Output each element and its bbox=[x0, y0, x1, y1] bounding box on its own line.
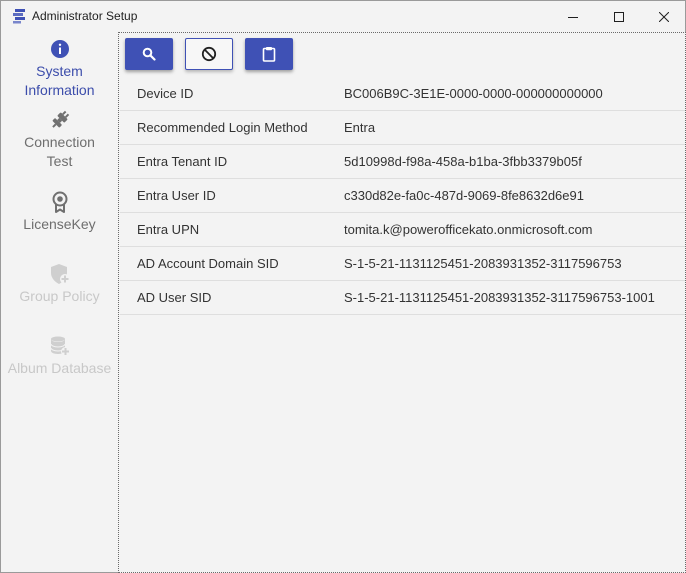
system-information-panel: Device ID BC006B9C-3E1E-0000-0000-000000… bbox=[118, 32, 686, 573]
row-value: BC006B9C-3E1E-0000-0000-000000000000 bbox=[344, 86, 603, 101]
table-row: Entra User ID c330d82e-fa0c-487d-9069-8f… bbox=[120, 179, 685, 213]
table-row: Entra Tenant ID 5d10998d-f98a-458a-b1ba-… bbox=[120, 145, 685, 179]
row-value: S-1-5-21-1131125451-2083931352-311759675… bbox=[344, 256, 622, 271]
sidebar-nav: System Information Connection Test Licen… bbox=[1, 32, 119, 572]
database-add-icon bbox=[49, 335, 71, 357]
block-button[interactable] bbox=[185, 38, 233, 70]
row-value: Entra bbox=[344, 120, 376, 135]
sidebar-item-label: LicenseKey bbox=[23, 216, 96, 232]
sidebar-item-label: Album Database bbox=[7, 360, 112, 376]
copy-to-clipboard-button[interactable] bbox=[245, 38, 293, 70]
maximize-button[interactable] bbox=[596, 1, 642, 32]
sidebar-item-label-line2: Test bbox=[46, 153, 73, 169]
clipboard-icon bbox=[262, 47, 276, 62]
close-button[interactable] bbox=[641, 1, 686, 32]
maximize-icon bbox=[614, 11, 624, 22]
sidebar-item-system-information[interactable]: System Information bbox=[1, 38, 118, 100]
search-icon bbox=[142, 47, 156, 61]
block-icon bbox=[201, 46, 217, 62]
app-logo-icon bbox=[11, 8, 27, 24]
sidebar-item-connection-test[interactable]: Connection Test bbox=[1, 109, 118, 171]
row-value: tomita.k@powerofficekato.onmicrosoft.com bbox=[344, 222, 593, 237]
sidebar-item-licensekey[interactable]: LicenseKey bbox=[1, 191, 118, 234]
title-bar[interactable]: Administrator Setup bbox=[1, 1, 685, 32]
shield-add-icon bbox=[49, 263, 71, 285]
table-row: Device ID BC006B9C-3E1E-0000-0000-000000… bbox=[120, 77, 685, 111]
plug-icon bbox=[49, 109, 71, 131]
app-window: Administrator Setup System Information C… bbox=[0, 0, 686, 573]
row-label: Recommended Login Method bbox=[137, 120, 308, 135]
row-value: c330d82e-fa0c-487d-9069-8fe8632d6e91 bbox=[344, 188, 584, 203]
close-icon bbox=[659, 11, 669, 22]
search-button[interactable] bbox=[125, 38, 173, 70]
row-value: 5d10998d-f98a-458a-b1ba-3fbb3379b05f bbox=[344, 154, 582, 169]
minimize-button[interactable] bbox=[550, 1, 596, 32]
badge-icon bbox=[49, 191, 71, 213]
row-label: Device ID bbox=[137, 86, 194, 101]
minimize-icon bbox=[568, 16, 578, 18]
table-row: AD User SID S-1-5-21-1131125451-20839313… bbox=[120, 281, 685, 315]
sidebar-item-label: System bbox=[36, 63, 83, 79]
row-label: AD Account Domain SID bbox=[137, 256, 279, 271]
sidebar-item-label: Connection bbox=[24, 134, 95, 150]
sidebar-item-group-policy[interactable]: Group Policy bbox=[1, 263, 118, 306]
row-label: Entra User ID bbox=[137, 188, 216, 203]
table-row: Entra UPN tomita.k@powerofficekato.onmic… bbox=[120, 213, 685, 247]
row-label: AD User SID bbox=[137, 290, 212, 305]
table-row: AD Account Domain SID S-1-5-21-113112545… bbox=[120, 247, 685, 281]
info-icon bbox=[49, 38, 71, 60]
system-info-table: Device ID BC006B9C-3E1E-0000-0000-000000… bbox=[120, 77, 685, 315]
table-row: Recommended Login Method Entra bbox=[120, 111, 685, 145]
row-value: S-1-5-21-1131125451-2083931352-311759675… bbox=[344, 290, 655, 305]
row-label: Entra UPN bbox=[137, 222, 200, 237]
sidebar-item-label: Group Policy bbox=[19, 288, 100, 304]
row-label: Entra Tenant ID bbox=[137, 154, 228, 169]
window-title: Administrator Setup bbox=[32, 9, 138, 23]
sidebar-item-label-line2: Information bbox=[24, 82, 95, 98]
sidebar-item-album-database[interactable]: Album Database bbox=[1, 335, 118, 378]
